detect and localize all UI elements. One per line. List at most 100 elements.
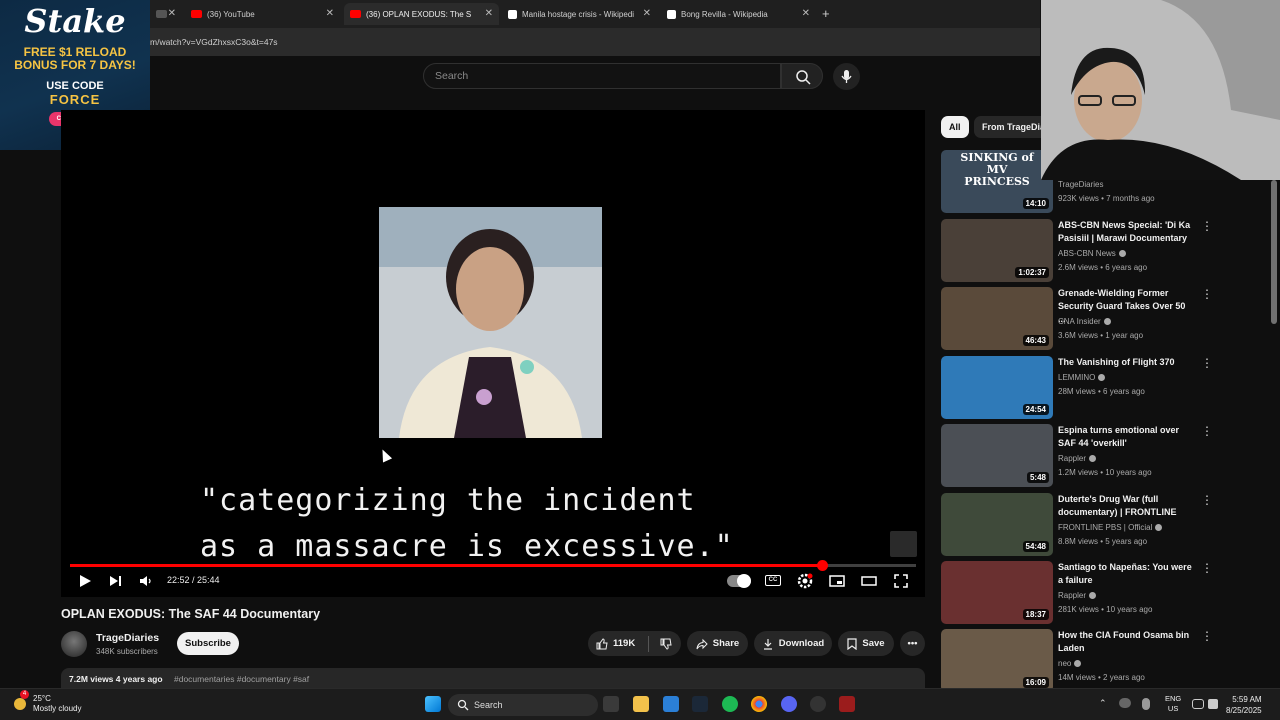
recommendation-title[interactable]: The Vanishing of Flight 370 — [1058, 356, 1193, 369]
thumbnail[interactable]: 54:48 — [941, 493, 1053, 556]
lang-code: ENG — [1165, 694, 1182, 703]
tab-oplan-exodus[interactable]: (36) OPLAN EXODUS: The S ✕ — [344, 3, 499, 25]
network-icon[interactable] — [1192, 699, 1204, 709]
more-options-icon[interactable]: ⋮ — [1201, 494, 1213, 506]
theater-mode-icon[interactable] — [861, 575, 877, 587]
thumbnail[interactable]: 46:43 — [941, 287, 1053, 350]
thumbnail[interactable]: 5:48 — [941, 424, 1053, 487]
recommendation-item[interactable]: 18:37 Santiago to Napeñas: You were a fai… — [941, 561, 1213, 625]
miniplayer-icon[interactable] — [829, 575, 845, 587]
recommendation-channel[interactable]: TrageDiaries — [1058, 180, 1104, 189]
recommendation-item[interactable]: 46:43 Grenade-Wielding Former Security Gu… — [941, 287, 1213, 351]
discord-icon[interactable] — [781, 696, 797, 712]
clock[interactable]: 5:59 AM 8/25/2025 — [1226, 694, 1262, 716]
chevron-up-icon[interactable]: ⌃ — [1099, 698, 1107, 709]
close-icon[interactable]: ✕ — [168, 8, 176, 19]
chip-all[interactable]: All — [941, 116, 969, 138]
recommendation-channel[interactable]: Rappler — [1058, 591, 1097, 600]
close-icon[interactable]: ✕ — [326, 8, 334, 19]
new-tab-button[interactable]: + — [822, 6, 830, 21]
speaker-icon[interactable] — [1208, 699, 1218, 709]
more-actions-button[interactable]: ••• — [900, 631, 925, 656]
more-options-icon[interactable]: ⋮ — [1201, 288, 1213, 300]
close-icon[interactable]: ✕ — [643, 8, 651, 19]
share-button[interactable]: Share — [687, 631, 748, 656]
hashtags[interactable]: #documentaries #documentary #saf — [174, 674, 309, 684]
play-icon[interactable] — [78, 574, 92, 588]
close-icon[interactable]: ✕ — [485, 8, 493, 19]
onedrive-icon[interactable] — [1119, 698, 1131, 708]
search-button[interactable] — [781, 63, 823, 89]
recommendation-title[interactable]: ABS-CBN News Special: 'Di Ka Pasisiil | … — [1058, 219, 1193, 245]
thumbnail[interactable]: 16:09 — [941, 629, 1053, 692]
more-options-icon[interactable]: ⋮ — [1201, 630, 1213, 642]
save-button[interactable]: Save — [838, 631, 894, 656]
weather-widget[interactable]: 4 — [11, 690, 29, 712]
url-text[interactable]: m/watch?v=VGdZhxsxC3o&t=47s — [150, 37, 278, 47]
windows-start-icon[interactable] — [425, 696, 441, 712]
progress-knob[interactable] — [817, 560, 828, 571]
recommendation-meta: 2.6M views • 6 years ago — [1058, 263, 1148, 272]
microphone-icon[interactable] — [1142, 698, 1150, 710]
recommendation-item[interactable]: 16:09 How the CIA Found Osama bin Laden ⋮ n… — [941, 629, 1213, 693]
thumbnail[interactable]: 1:02:37 — [941, 219, 1053, 282]
more-options-icon[interactable]: ⋮ — [1201, 425, 1213, 437]
voice-search-button[interactable] — [833, 63, 860, 90]
recommendation-channel[interactable]: FRONTLINE PBS | Official — [1058, 523, 1163, 532]
recommendation-title[interactable]: Espina turns emotional over SAF 44 'over… — [1058, 424, 1193, 450]
tab-manila-hostage[interactable]: Manila hostage crisis - Wikipedi ✕ — [502, 3, 657, 25]
subscribe-button[interactable]: Subscribe — [177, 632, 239, 655]
thumbnail[interactable]: 14:10 SINKING of MV PRINCESS — [941, 150, 1053, 213]
recommendation-title[interactable]: Duterte's Drug War (full documentary) | … — [1058, 493, 1193, 519]
recommendation-channel[interactable]: Rappler — [1058, 454, 1097, 463]
recommendation-title[interactable]: How the CIA Found Osama bin Laden — [1058, 629, 1193, 655]
file-explorer-icon[interactable] — [633, 696, 649, 712]
fullscreen-icon[interactable] — [894, 574, 908, 588]
spotify-icon[interactable] — [722, 696, 738, 712]
weather-text[interactable]: 25°C Mostly cloudy — [33, 694, 81, 714]
settings-gear-icon[interactable] — [797, 573, 813, 589]
chrome-icon[interactable] — [751, 696, 767, 712]
channel-watermark[interactable] — [890, 531, 917, 557]
channel-avatar[interactable] — [61, 631, 87, 657]
tab-youtube[interactable]: (36) YouTube ✕ — [185, 3, 340, 25]
next-icon[interactable] — [109, 575, 122, 587]
youtube-icon — [350, 10, 361, 18]
recommendation-item[interactable]: 1:02:37 ABS-CBN News Special: 'Di Ka Pasi… — [941, 219, 1213, 283]
language-indicator[interactable]: ENG US — [1165, 694, 1181, 714]
close-icon[interactable]: ✕ — [802, 8, 810, 19]
thumbnail[interactable]: 24:54 — [941, 356, 1053, 419]
more-options-icon[interactable]: ⋮ — [1201, 357, 1213, 369]
recommendation-channel[interactable]: LEMMINO — [1058, 373, 1106, 382]
recommendation-item[interactable]: 54:48 Duterte's Drug War (full documentar… — [941, 493, 1213, 557]
description-box[interactable]: 7.2M views 4 years ago #documentaries #d… — [61, 668, 925, 690]
thumbnail[interactable]: 18:37 — [941, 561, 1053, 624]
recommendation-item[interactable]: 24:54 The Vanishing of Flight 370 ⋮ LEMMINO… — [941, 356, 1213, 420]
taskbar-search[interactable]: Search — [448, 694, 598, 716]
progress-bar[interactable] — [70, 560, 916, 571]
recommendation-channel[interactable]: CNA Insider — [1058, 317, 1111, 326]
thumbs-down-icon[interactable] — [660, 638, 672, 650]
volume-icon[interactable] — [139, 575, 153, 587]
obs-icon[interactable] — [810, 696, 826, 712]
channel-name[interactable]: TrageDiaries — [96, 632, 159, 644]
app-icon[interactable] — [839, 696, 855, 712]
more-options-icon[interactable]: ⋮ — [1201, 562, 1213, 574]
autoplay-toggle[interactable] — [727, 574, 751, 588]
download-button[interactable]: Download — [754, 631, 832, 656]
store-icon[interactable] — [663, 696, 679, 712]
recommendation-title[interactable]: Santiago to Napeñas: You were a failure — [1058, 561, 1193, 587]
tab-bong-revilla[interactable]: Bong Revilla - Wikipedia ✕ — [661, 3, 816, 25]
recommendation-channel[interactable]: neo — [1058, 659, 1082, 668]
task-view-icon[interactable] — [603, 696, 619, 712]
sidebar-scrollbar[interactable] — [1271, 180, 1277, 324]
address-bar[interactable]: m/watch?v=VGdZhxsxC3o&t=47s — [0, 28, 1040, 56]
more-options-icon[interactable]: ⋮ — [1201, 220, 1213, 232]
steam-icon[interactable] — [692, 696, 708, 712]
like-button[interactable]: 119K — [596, 637, 635, 650]
recommendation-item[interactable]: 5:48 Espina turns emotional over SAF 44 '… — [941, 424, 1213, 488]
recommendation-channel[interactable]: ABS-CBN News — [1058, 249, 1126, 258]
search-input[interactable]: Search — [423, 63, 781, 89]
subtitles-button[interactable]: CC — [765, 575, 781, 586]
tab-0[interactable]: ✕ — [150, 3, 182, 25]
